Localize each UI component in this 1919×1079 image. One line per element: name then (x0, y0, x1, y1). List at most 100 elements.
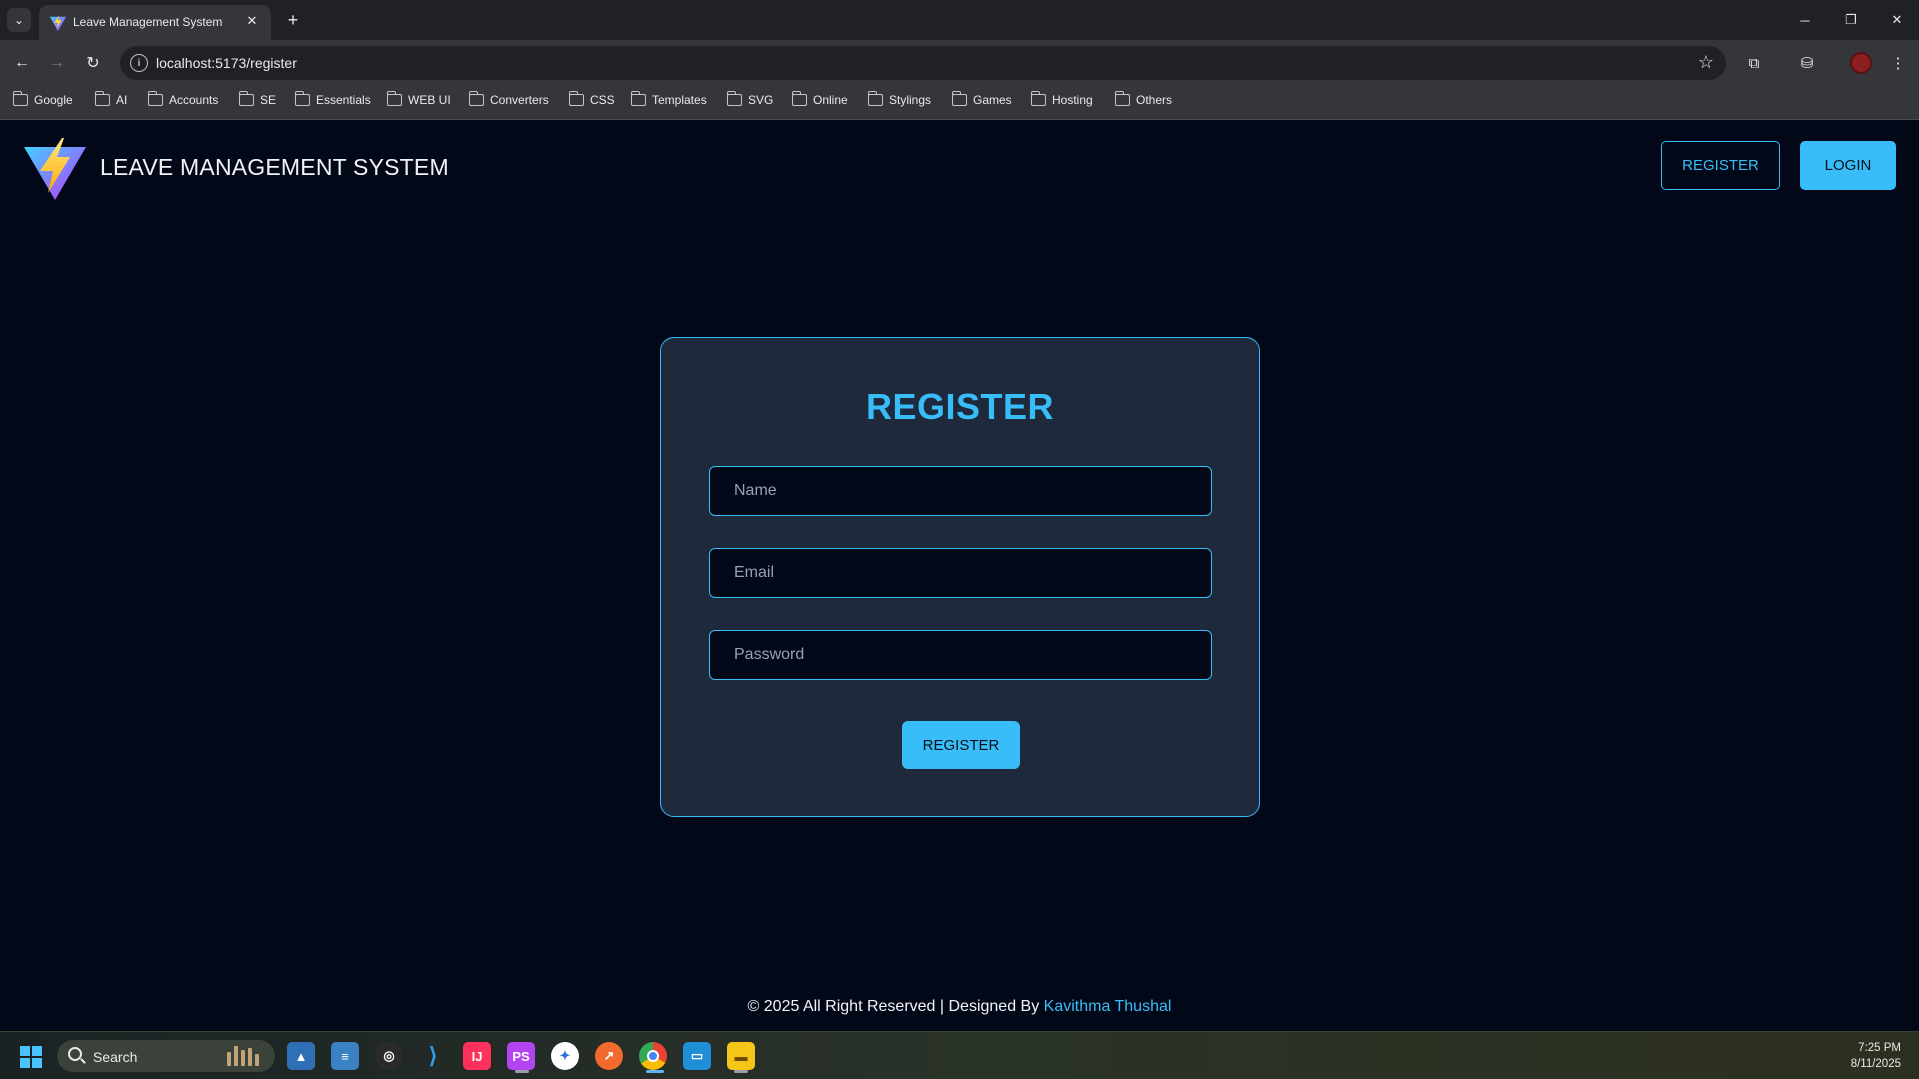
name-input[interactable] (709, 466, 1212, 516)
bookmark-essentials[interactable]: Essentials (294, 91, 371, 107)
taskbar-search[interactable]: Search (57, 1040, 275, 1072)
bookmark-accounts[interactable]: Accounts (147, 91, 219, 107)
folder-icon (726, 91, 742, 106)
remote-desktop-app-icon[interactable]: ▭ (683, 1042, 711, 1070)
incognito-icon[interactable]: ⛁ (1795, 51, 1819, 75)
site-info-icon[interactable]: i (130, 54, 148, 72)
notepad-app-icon[interactable]: ≡ (331, 1042, 359, 1070)
file-explorer-app-icon[interactable]: ▬ (727, 1042, 755, 1070)
new-tab-icon[interactable]: + (282, 9, 304, 31)
browser-toolbar: ← → ↻ i localhost:5173/register ☆ ⧉ ⛁ ⋮ (0, 40, 1919, 85)
bookmark-stylings[interactable]: Stylings (867, 91, 932, 107)
bookmark-games[interactable]: Games (951, 91, 1012, 107)
folder-icon (951, 91, 967, 106)
bookmark-se[interactable]: SE (238, 91, 277, 107)
bookmark-label: Essentials (316, 93, 371, 107)
copilot-app-icon[interactable]: ✦ (551, 1042, 579, 1070)
postman-app-icon[interactable]: ↗ (595, 1042, 623, 1070)
clock-time: 7:25 PM (1858, 1042, 1901, 1054)
folder-icon (94, 91, 110, 106)
vite-logo-icon[interactable] (22, 137, 88, 201)
bookmark-label: Converters (490, 93, 549, 107)
app-page: LEAVE MANAGEMENT SYSTEM REGISTER LOGIN R… (0, 121, 1919, 1031)
brand-title[interactable]: LEAVE MANAGEMENT SYSTEM (100, 154, 449, 181)
footer-author-link[interactable]: Kavithma Thushal (1044, 998, 1172, 1015)
minimize-icon[interactable]: ─ (1790, 8, 1820, 32)
folder-icon (630, 91, 646, 106)
bookmarks-bar: Google AI Accounts SE Essentials WEB UI … (0, 85, 1919, 120)
footer-text: © 2025 All Right Reserved | Designed By (747, 998, 1040, 1015)
search-highlight-icon (227, 1046, 265, 1066)
bookmark-converters[interactable]: Converters (468, 91, 549, 107)
bookmark-ai[interactable]: AI (94, 91, 128, 107)
bookmark-web-ui[interactable]: WEB UI (386, 91, 451, 107)
folder-icon (147, 91, 163, 106)
tab-search-dropdown-icon[interactable]: ⌄ (7, 8, 31, 32)
profile-avatar[interactable] (1850, 52, 1872, 74)
browser-tab-strip: ⌄ Leave Management System ✕ + ─ ❐ ✕ (0, 0, 1919, 40)
photos-app-icon[interactable]: ▲ (287, 1042, 315, 1070)
bookmark-label: AI (116, 93, 128, 107)
os-taskbar: Search ▲ ≡ ◎ ⟩ IJ PS ✦ ↗ ▭ ▬ (0, 1031, 1919, 1079)
password-input[interactable] (709, 630, 1212, 680)
folder-icon (867, 91, 883, 106)
form-title: REGISTER (865, 386, 1055, 427)
header-login-button[interactable]: LOGIN (1800, 141, 1896, 190)
bookmark-label: Accounts (169, 93, 219, 107)
folder-icon (568, 91, 584, 106)
forward-icon[interactable]: → (44, 50, 70, 76)
bookmark-label: Templates (652, 93, 707, 107)
register-card: REGISTER REGISTER (660, 337, 1260, 817)
bookmark-label: SE (260, 93, 277, 107)
reload-icon[interactable]: ↻ (80, 50, 106, 76)
folder-icon (1030, 91, 1046, 106)
bookmark-google[interactable]: Google (12, 91, 73, 107)
running-indicator (734, 1070, 748, 1073)
tab-title: Leave Management System (73, 15, 223, 29)
bookmark-label: Games (973, 93, 1012, 107)
folder-icon (294, 91, 310, 106)
intellij-app-icon[interactable]: IJ (463, 1042, 491, 1070)
running-indicator (515, 1070, 529, 1073)
restore-icon[interactable]: ❐ (1836, 8, 1866, 32)
folder-icon (1114, 91, 1130, 106)
taskbar-clock[interactable]: 7:25 PM 8/11/2025 (1851, 1040, 1901, 1072)
bookmark-others[interactable]: Others (1114, 91, 1173, 107)
phpstorm-app-icon[interactable]: PS (507, 1042, 535, 1070)
folder-icon (386, 91, 402, 106)
chrome-app-icon[interactable] (639, 1042, 667, 1070)
address-url[interactable]: localhost:5173/register (156, 55, 297, 71)
footer: © 2025 All Right Reserved | Designed By … (0, 998, 1919, 1016)
search-icon (68, 1047, 82, 1061)
bookmark-hosting[interactable]: Hosting (1030, 91, 1093, 107)
obs-app-icon[interactable]: ◎ (375, 1042, 403, 1070)
bookmark-label: Stylings (889, 93, 932, 107)
folder-icon (791, 91, 807, 106)
bookmark-online[interactable]: Online (791, 91, 848, 107)
tab-close-icon[interactable]: ✕ (243, 12, 261, 30)
taskbar-search-label: Search (93, 1049, 138, 1065)
bookmark-star-icon[interactable]: ☆ (1698, 52, 1714, 73)
vscode-app-icon[interactable]: ⟩ (419, 1042, 447, 1070)
bookmark-templates[interactable]: Templates (630, 91, 707, 107)
bookmark-label: WEB UI (408, 93, 451, 107)
bookmark-label: Others (1136, 93, 1173, 107)
bookmark-label: Online (813, 93, 848, 107)
address-bar[interactable]: i localhost:5173/register ☆ (120, 46, 1726, 80)
windows-start-icon[interactable] (20, 1046, 42, 1068)
bookmark-svg[interactable]: SVG (726, 91, 774, 107)
register-submit-button[interactable]: REGISTER (902, 721, 1020, 769)
bookmark-label: SVG (748, 93, 774, 107)
folder-icon (468, 91, 484, 106)
menu-kebab-icon[interactable]: ⋮ (1886, 51, 1910, 75)
email-input[interactable] (709, 548, 1212, 598)
extensions-icon[interactable]: ⧉ (1742, 51, 1766, 75)
bookmark-label: Google (34, 93, 73, 107)
browser-tab-active[interactable]: Leave Management System ✕ (39, 5, 271, 40)
back-icon[interactable]: ← (9, 50, 35, 76)
folder-icon (238, 91, 254, 106)
clock-date: 8/11/2025 (1850, 1058, 1901, 1070)
header-register-button[interactable]: REGISTER (1661, 141, 1780, 190)
bookmark-css[interactable]: CSS (568, 91, 615, 107)
window-close-icon[interactable]: ✕ (1882, 8, 1912, 32)
